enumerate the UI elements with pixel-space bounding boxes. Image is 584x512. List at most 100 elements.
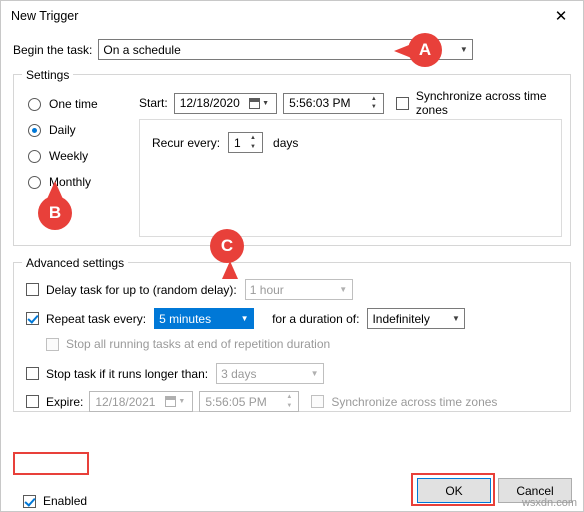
repeat-task-row: Repeat task every: 5 minutes ▼ for a dur… [26,308,466,329]
delay-task-checkbox[interactable]: Delay task for up to (random delay): [26,283,237,297]
begin-task-row: Begin the task: On a schedule ▼ [13,39,571,60]
expire-time-value: 5:56:05 PM [205,394,267,409]
recur-panel: Recur every: 1 ▲ ▼ days [139,119,562,237]
duration-value: Indefinitely [372,311,430,326]
ok-button[interactable]: OK [417,478,491,503]
chevron-down-icon[interactable]: ▼ [447,309,465,328]
start-date-value: 12/18/2020 [179,96,240,110]
start-time-value: 5:56:03 PM [289,96,351,110]
recur-row: Recur every: 1 ▲ ▼ days [140,120,561,153]
advanced-legend: Advanced settings [22,256,129,270]
stop-all-tasks-indicator [46,337,59,351]
repeat-interval-value: 5 minutes [159,311,212,326]
duration-select[interactable]: Indefinitely ▼ [367,308,466,329]
radio-weekly-label: Weekly [49,149,89,163]
repeat-task-label: Repeat task every: [46,311,147,326]
expire-time-spinner[interactable]: ▲ ▼ [281,393,298,411]
spinner-down-icon[interactable]: ▼ [366,103,382,112]
start-date-field[interactable]: 12/18/2020 ▼ [173,92,278,114]
calendar-picker-button[interactable]: ▼ [243,94,276,112]
stop-all-tasks-checkbox: Stop all running tasks at end of repetit… [46,337,330,351]
stop-all-tasks-label: Stop all running tasks at end of repetit… [66,337,331,351]
window-title: New Trigger [11,9,79,23]
new-trigger-dialog: New Trigger ✕ Begin the task: On a sched… [0,0,584,512]
advanced-settings-group: Advanced settings Delay task for up to (… [13,256,571,412]
recur-spinner[interactable]: ▲ ▼ [245,134,262,152]
radio-daily[interactable]: Daily [28,117,138,143]
begin-task-value: On a schedule [103,42,181,57]
enabled-label: Enabled [43,494,88,508]
repeat-task-checkbox[interactable]: Repeat task every: [26,312,146,326]
recur-value: 1 [234,135,241,150]
schedule-radio-group: One time Daily Weekly Monthly [28,91,138,195]
expire-sync-indicator [311,395,325,408]
enabled-indicator [23,494,36,508]
stop-longer-checkbox[interactable]: Stop task if it runs longer than: [26,367,208,381]
annotation-callout-b: B [38,196,72,230]
chevron-down-icon[interactable]: ▼ [306,364,324,383]
begin-task-label: Begin the task: [13,42,93,57]
expire-label: Expire: [46,394,84,409]
chevron-down-icon[interactable]: ▼ [334,280,352,299]
repeat-interval-select[interactable]: 5 minutes ▼ [154,308,255,329]
calendar-picker-button[interactable]: ▼ [159,393,192,410]
chevron-down-icon[interactable]: ▼ [455,40,473,59]
expire-indicator [26,395,39,408]
start-time-field[interactable]: 5:56:03 PM ▲ ▼ [283,92,384,114]
radio-monthly[interactable]: Monthly [28,169,138,195]
radio-daily-label: Daily [49,123,76,137]
expire-date-value: 12/18/2021 [95,394,156,409]
expire-date-field[interactable]: 12/18/2021 ▼ [89,391,194,412]
delay-task-label: Delay task for up to (random delay): [46,282,237,297]
annotation-pointer-c [222,261,238,279]
settings-group: Settings One time Daily Weekly Monthly S… [13,68,571,246]
start-settings: Start: 12/18/2020 ▼ 5:56:03 PM ▲ ▼ Synch… [139,89,562,117]
enabled-row: Enabled [23,494,87,508]
enabled-checkbox[interactable]: Enabled [23,494,87,508]
stop-longer-label: Stop task if it runs longer than: [46,366,209,381]
annotation-callout-c: C [210,229,244,263]
start-row: Start: 12/18/2020 ▼ 5:56:03 PM ▲ ▼ Synch… [139,89,562,117]
delay-duration-value: 1 hour [249,282,284,297]
start-label: Start: [139,96,168,110]
watermark: wsxdn.com [521,497,577,509]
radio-weekly[interactable]: Weekly [28,143,138,169]
radio-one-time[interactable]: One time [28,91,138,117]
ok-button-label: OK [445,483,463,498]
expire-checkbox[interactable]: Expire: [26,395,83,409]
radio-one-time-indicator [28,97,41,111]
expire-sync-label: Synchronize across time zones [331,394,498,409]
chevron-down-icon: ▼ [262,99,270,107]
recur-unit-label: days [273,135,299,150]
settings-legend: Settings [22,68,74,82]
radio-monthly-indicator [28,175,41,189]
spinner-down-icon[interactable]: ▼ [245,143,261,152]
expire-time-field[interactable]: 5:56:05 PM ▲ ▼ [199,391,300,412]
time-spinner[interactable]: ▲ ▼ [365,94,382,112]
calendar-icon [249,97,261,109]
calendar-icon [165,396,177,407]
stop-longer-row: Stop task if it runs longer than: 3 days… [26,363,325,384]
delay-duration-select[interactable]: 1 hour ▼ [244,279,353,300]
title-bar: New Trigger ✕ [1,1,583,31]
spinner-down-icon[interactable]: ▼ [281,402,297,411]
stop-longer-duration-value: 3 days [221,366,257,381]
cancel-button-label: Cancel [516,483,554,498]
delay-task-indicator [26,283,39,296]
duration-label: for a duration of: [272,311,360,326]
spinner-up-icon[interactable]: ▲ [366,95,382,104]
sync-timezones-checkbox[interactable]: Synchronize across time zones [395,89,562,117]
spinner-up-icon[interactable]: ▲ [281,393,297,402]
stop-longer-duration-select[interactable]: 3 days ▼ [216,363,325,384]
spinner-up-icon[interactable]: ▲ [245,134,261,143]
recur-value-field[interactable]: 1 ▲ ▼ [228,132,264,153]
close-icon[interactable]: ✕ [539,2,583,31]
chevron-down-icon[interactable]: ▼ [236,309,254,328]
delay-task-row: Delay task for up to (random delay): 1 h… [26,279,353,300]
expire-row: Expire: 12/18/2021 ▼ 5:56:05 PM ▲ ▼ Sync… [26,391,497,412]
annotation-callout-a: A [408,33,442,67]
radio-weekly-indicator [28,149,41,163]
radio-one-time-label: One time [49,97,98,111]
recur-label: Recur every: [152,135,221,150]
dialog-content: Begin the task: On a schedule ▼ Settings… [1,39,583,508]
